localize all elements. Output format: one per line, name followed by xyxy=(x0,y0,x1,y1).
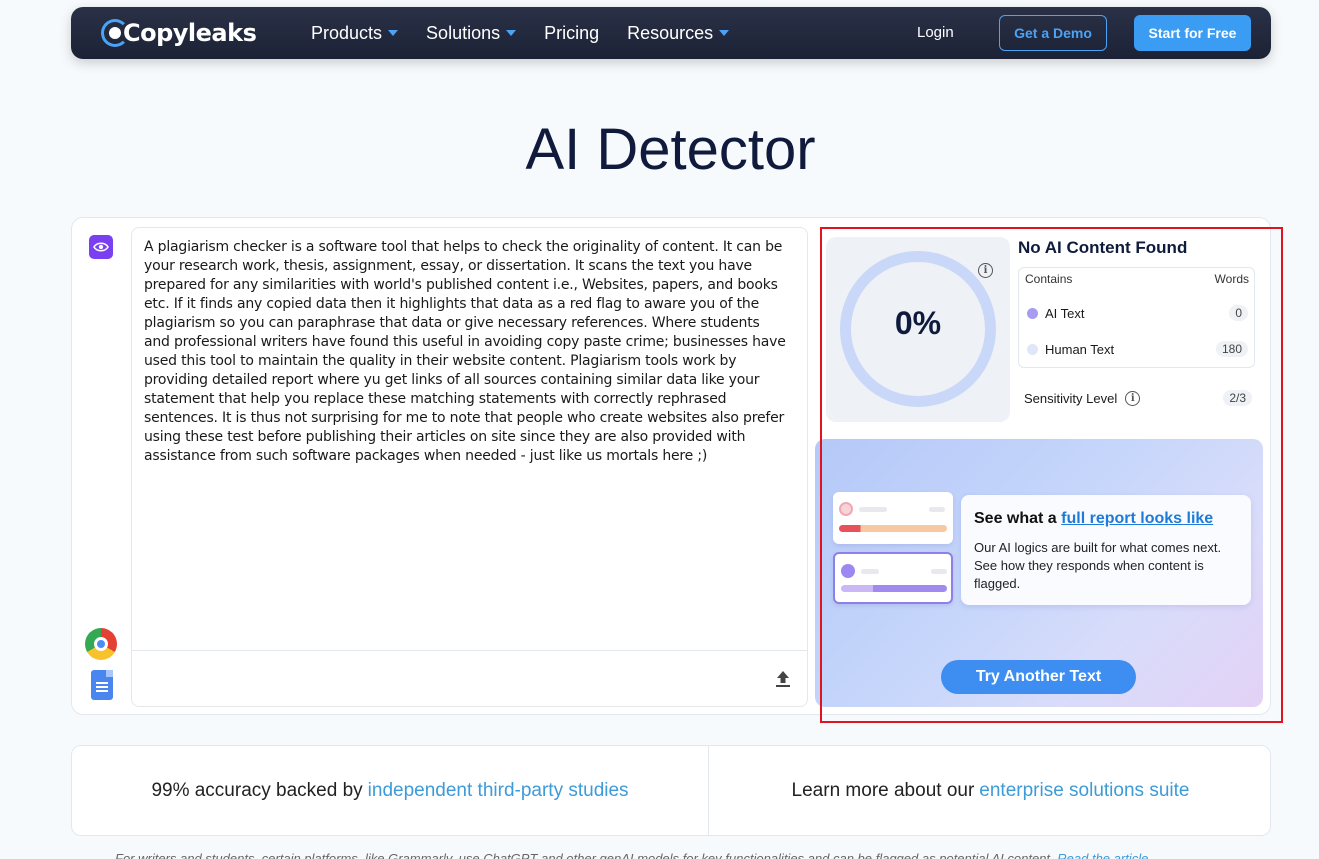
nav-products-label: Products xyxy=(311,22,383,43)
nav-solutions[interactable]: Solutions xyxy=(426,22,517,44)
accuracy-info: 99% accuracy backed by independent third… xyxy=(72,746,709,835)
google-docs-icon[interactable] xyxy=(91,670,113,700)
enterprise-text: Learn more about our xyxy=(791,779,975,801)
enterprise-info: Learn more about our enterprise solution… xyxy=(709,746,1272,835)
source-rail xyxy=(72,218,130,714)
highlight-box xyxy=(820,227,1283,723)
footnote: For writers and students, certain platfo… xyxy=(115,851,1148,859)
logo-c-icon xyxy=(101,19,129,47)
input-text[interactable]: A plagiarism checker is a software tool … xyxy=(144,238,789,466)
nav-products[interactable]: Products xyxy=(311,22,399,44)
nav-pricing-label: Pricing xyxy=(544,22,600,43)
studies-link[interactable]: independent third-party studies xyxy=(368,780,629,802)
nav-pricing[interactable]: Pricing xyxy=(544,23,599,44)
page-title: AI Detector xyxy=(525,117,816,182)
logo-text: Copyleaks xyxy=(123,19,257,47)
text-input-footer xyxy=(132,650,807,706)
chevron-down-icon xyxy=(719,30,730,36)
chevron-down-icon xyxy=(506,30,517,36)
enterprise-link[interactable]: enterprise solutions suite xyxy=(979,780,1189,802)
chevron-down-icon xyxy=(388,30,399,36)
top-navbar: Copyleaks Products Solutions Pricing Res… xyxy=(71,7,1271,59)
nav-resources-label: Resources xyxy=(627,22,714,43)
get-demo-button[interactable]: Get a Demo xyxy=(999,15,1107,51)
login-link[interactable]: Login xyxy=(917,24,954,41)
read-article-link[interactable]: Read the article xyxy=(1057,851,1148,859)
nav-solutions-label: Solutions xyxy=(426,22,501,43)
nav-resources[interactable]: Resources xyxy=(627,22,730,44)
info-bar: 99% accuracy backed by independent third… xyxy=(71,745,1271,836)
chrome-icon[interactable] xyxy=(85,628,117,660)
accuracy-text: 99% accuracy backed by xyxy=(151,779,363,801)
upload-icon[interactable] xyxy=(775,670,791,688)
nav-menu: Products Solutions Pricing Resources xyxy=(311,7,730,59)
eye-icon[interactable] xyxy=(89,235,113,259)
copyleaks-logo[interactable]: Copyleaks xyxy=(101,19,257,47)
start-free-button[interactable]: Start for Free xyxy=(1134,15,1251,51)
text-input-area[interactable]: A plagiarism checker is a software tool … xyxy=(131,227,808,707)
footnote-text: For writers and students, certain platfo… xyxy=(115,851,1054,859)
